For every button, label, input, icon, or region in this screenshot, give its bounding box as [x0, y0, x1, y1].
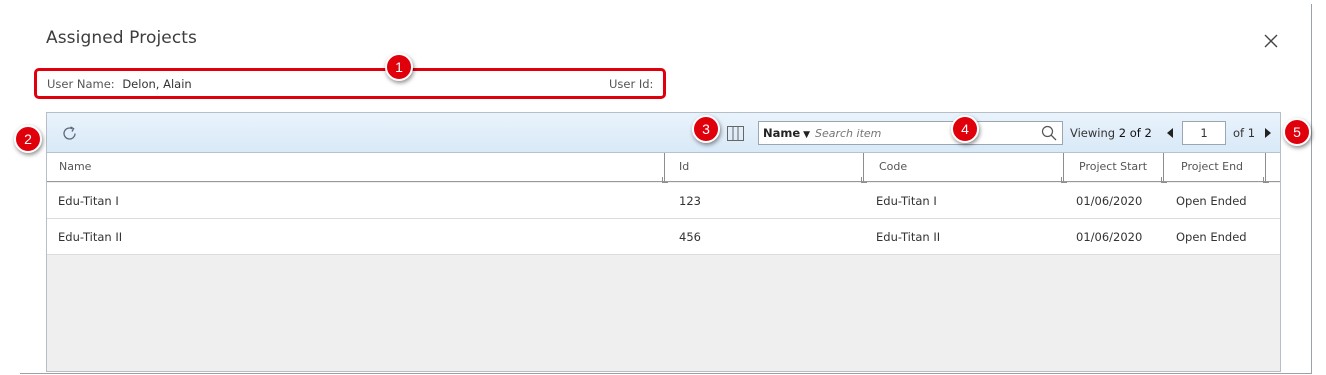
column-header-project-end[interactable]: Project End — [1169, 153, 1265, 181]
callout-badge-2: 2 — [14, 125, 42, 153]
next-page-button[interactable] — [1265, 128, 1271, 138]
column-divider[interactable] — [1263, 153, 1269, 183]
cell-code: Edu-Titan I — [876, 194, 937, 208]
search-field-label: Name — [763, 126, 801, 140]
close-icon[interactable] — [1262, 32, 1280, 50]
user-name-value: Delon, Alain — [122, 77, 192, 91]
search-field-selector[interactable]: Name ▼ — [763, 126, 810, 140]
table-header: Name Id Code Project Start Project End — [47, 153, 1280, 183]
cell-project-start: 01/06/2020 — [1076, 194, 1143, 208]
callout-badge-1: 1 — [385, 53, 413, 81]
column-header-id[interactable]: Id — [667, 153, 863, 181]
cell-project-start: 01/06/2020 — [1076, 230, 1143, 244]
search-input[interactable] — [815, 124, 1035, 142]
column-divider[interactable] — [861, 153, 867, 183]
columns-icon[interactable] — [727, 126, 744, 141]
cell-id: 456 — [679, 230, 701, 244]
column-header-name[interactable]: Name — [47, 153, 664, 181]
column-divider[interactable] — [662, 153, 668, 183]
column-divider[interactable] — [1061, 153, 1067, 183]
cell-project-end: Open Ended — [1176, 230, 1247, 244]
cell-name: Edu-Titan II — [58, 230, 123, 244]
callout-badge-3: 3 — [692, 115, 720, 143]
viewing-count: 2 of 2 — [1118, 126, 1152, 140]
column-divider[interactable] — [1161, 153, 1167, 183]
cell-name: Edu-Titan I — [58, 194, 119, 208]
user-name-field: User Name: Delon, Alain — [47, 77, 192, 91]
table-row[interactable]: Edu-Titan I 123 Edu-Titan I 01/06/2020 O… — [47, 183, 1280, 219]
refresh-icon[interactable] — [61, 125, 78, 142]
cell-project-end: Open Ended — [1176, 194, 1247, 208]
chevron-down-icon: ▼ — [803, 130, 811, 140]
user-info-box: User Name: Delon, Alain User Id: — [34, 68, 666, 99]
column-header-project-start[interactable]: Project Start — [1067, 153, 1163, 181]
cell-code: Edu-Titan II — [876, 230, 941, 244]
viewing-status: Viewing 2 of 2 — [1070, 126, 1152, 140]
callout-badge-5: 5 — [1283, 118, 1311, 146]
page-total: of 1 — [1233, 126, 1256, 140]
cell-id: 123 — [679, 194, 701, 208]
page-number-input[interactable] — [1182, 121, 1226, 145]
search-box: Name ▼ — [758, 121, 1063, 145]
table-row[interactable]: Edu-Titan II 456 Edu-Titan II 01/06/2020… — [47, 219, 1280, 255]
previous-page-button[interactable] — [1167, 128, 1173, 138]
user-name-label: User Name: — [47, 77, 115, 91]
user-id-label: User Id: — [609, 77, 654, 91]
dialog-title: Assigned Projects — [46, 28, 198, 48]
search-icon[interactable] — [1041, 125, 1057, 141]
column-header-code[interactable]: Code — [867, 153, 1063, 181]
viewing-label: Viewing — [1070, 126, 1116, 140]
callout-badge-4: 4 — [951, 115, 979, 143]
grid-toolbar: Name▼ Viewing 2 of 2 of 1 — [47, 113, 1280, 153]
projects-grid: Name▼ Viewing 2 of 2 of 1 Name Id Code P… — [46, 112, 1281, 372]
